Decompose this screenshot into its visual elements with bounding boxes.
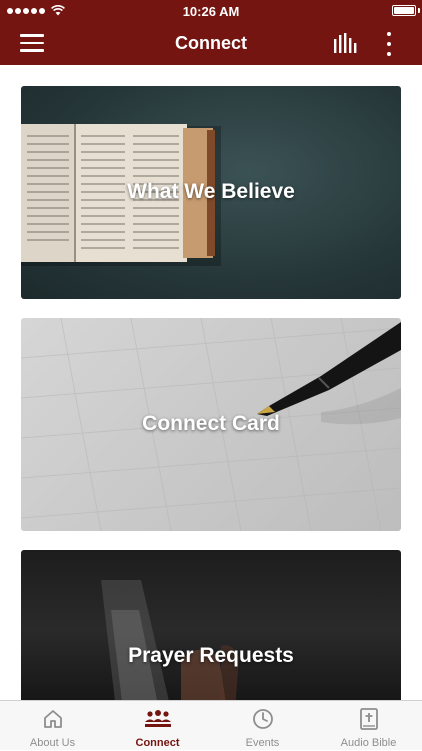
tab-bar: About Us Connect Events Audio Bible xyxy=(0,700,422,750)
card-title: What We Believe xyxy=(127,180,295,203)
what-we-believe-card[interactable]: What We Believe xyxy=(21,86,401,299)
page-title: Connect xyxy=(175,33,247,53)
hands-in-light-photo xyxy=(101,580,239,700)
card-title: Connect Card xyxy=(142,412,280,435)
tab-events[interactable]: Events xyxy=(210,701,315,751)
app-bar: Connect xyxy=(0,22,422,65)
tab-label: About Us xyxy=(29,737,76,749)
tab-audio-bible[interactable]: Audio Bible xyxy=(315,701,422,751)
status-time: 10:26 AM xyxy=(182,4,240,19)
prayer-requests-card[interactable]: Prayer Requests xyxy=(21,550,401,700)
content-list: What We Believe Connect Card Prayer Requ… xyxy=(0,65,422,700)
group-icon xyxy=(144,710,171,727)
tab-label: Connect xyxy=(135,737,180,749)
home-icon xyxy=(43,710,62,728)
more-vertical-icon[interactable] xyxy=(384,32,394,56)
status-bar: 10:26 AM xyxy=(0,0,422,22)
bible-cross-icon xyxy=(359,708,378,730)
connect-card[interactable]: Connect Card xyxy=(21,318,401,531)
tab-connect[interactable]: Connect xyxy=(105,701,210,751)
audio-bars-icon[interactable] xyxy=(333,33,357,53)
battery-level xyxy=(394,7,414,14)
tab-label: Audio Bible xyxy=(340,737,397,749)
clock-icon xyxy=(252,709,273,729)
tab-label: Events xyxy=(245,737,280,749)
card-title: Prayer Requests xyxy=(128,644,294,667)
tab-about-us[interactable]: About Us xyxy=(0,701,105,751)
battery-icon xyxy=(392,5,416,16)
